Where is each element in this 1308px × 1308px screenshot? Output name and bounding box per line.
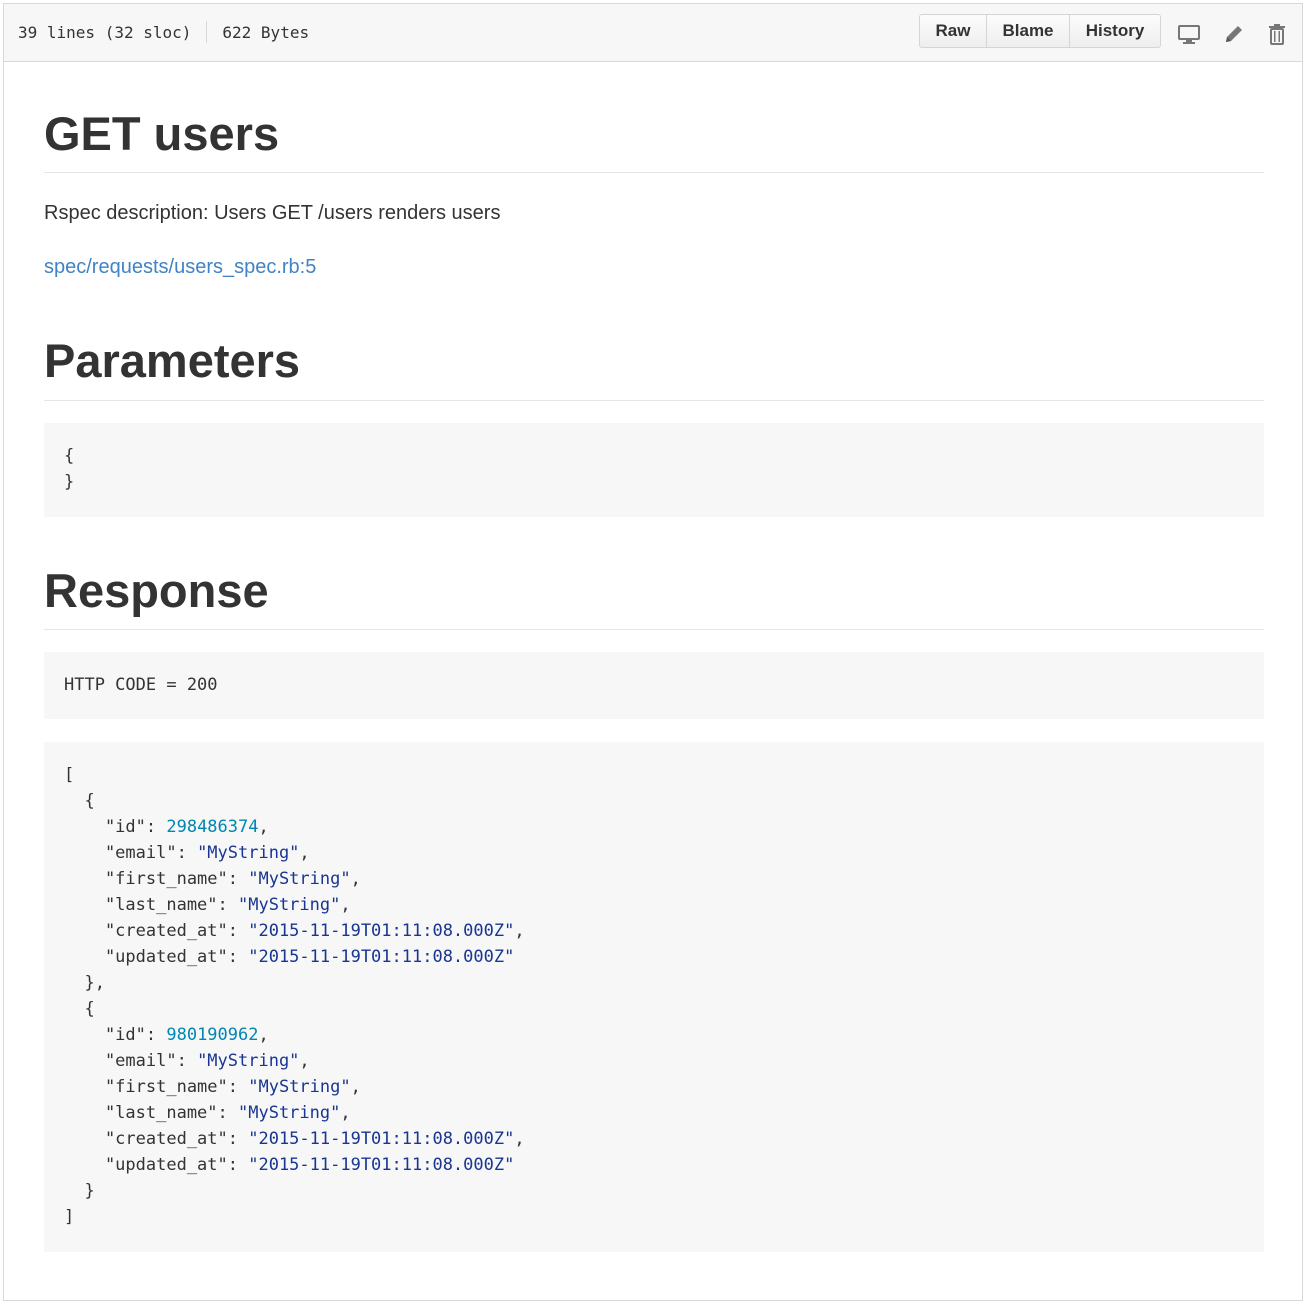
parameters-code: { } <box>44 422 1264 517</box>
response-body-code: [ { "id": 298486374, "email": "MyString"… <box>44 742 1264 1253</box>
trash-icon[interactable] <box>1265 22 1289 46</box>
file-header: 39 lines (32 sloc) 622 Bytes Raw Blame H… <box>4 4 1302 62</box>
spec-description: Rspec description: Users GET /users rend… <box>44 202 501 225</box>
spec-link-line: spec/requests/users_spec.rb:5 <box>44 253 1264 281</box>
file-size: 622 Bytes <box>222 22 310 42</box>
file-actions: Raw Blame History <box>919 14 1161 48</box>
divider <box>206 21 208 43</box>
desktop-icon[interactable] <box>1177 22 1201 46</box>
user-id: 298486374 <box>166 817 259 838</box>
brace-open: { <box>64 445 75 466</box>
user-last-name: "MyString" <box>238 1103 341 1124</box>
user-first-name: "MyString" <box>248 1077 351 1098</box>
user-created-at: "2015-11-19T01:11:08.000Z" <box>248 1129 515 1150</box>
page-title: GET users <box>44 106 1264 174</box>
http-code: HTTP CODE = 200 <box>64 675 218 696</box>
pencil-icon[interactable] <box>1222 22 1246 46</box>
user-updated-at: "2015-11-19T01:11:08.000Z" <box>248 947 515 968</box>
brace-close: } <box>64 471 75 492</box>
line-count: 39 lines (32 sloc) <box>18 22 192 42</box>
user-email: "MyString" <box>197 843 300 864</box>
raw-button[interactable]: Raw <box>919 14 987 48</box>
user-created-at: "2015-11-19T01:11:08.000Z" <box>248 921 515 942</box>
user-email: "MyString" <box>197 1051 300 1072</box>
history-button[interactable]: History <box>1069 14 1161 48</box>
spec-link[interactable]: spec/requests/users_spec.rb:5 <box>44 256 316 278</box>
file-box: 39 lines (32 sloc) 622 Bytes Raw Blame H… <box>3 3 1303 1301</box>
blame-button[interactable]: Blame <box>986 14 1070 48</box>
markdown-body: GET users Rspec description: Users GET /… <box>44 62 1264 1253</box>
response-heading: Response <box>44 563 1264 631</box>
file-info: 39 lines (32 sloc) 622 Bytes <box>18 4 309 60</box>
user-id: 980190962 <box>166 1025 259 1046</box>
user-last-name: "MyString" <box>238 895 341 916</box>
parameters-heading: Parameters <box>44 333 1264 401</box>
http-code-block: HTTP CODE = 200 <box>44 652 1264 720</box>
user-first-name: "MyString" <box>248 869 351 890</box>
user-updated-at: "2015-11-19T01:11:08.000Z" <box>248 1155 515 1176</box>
